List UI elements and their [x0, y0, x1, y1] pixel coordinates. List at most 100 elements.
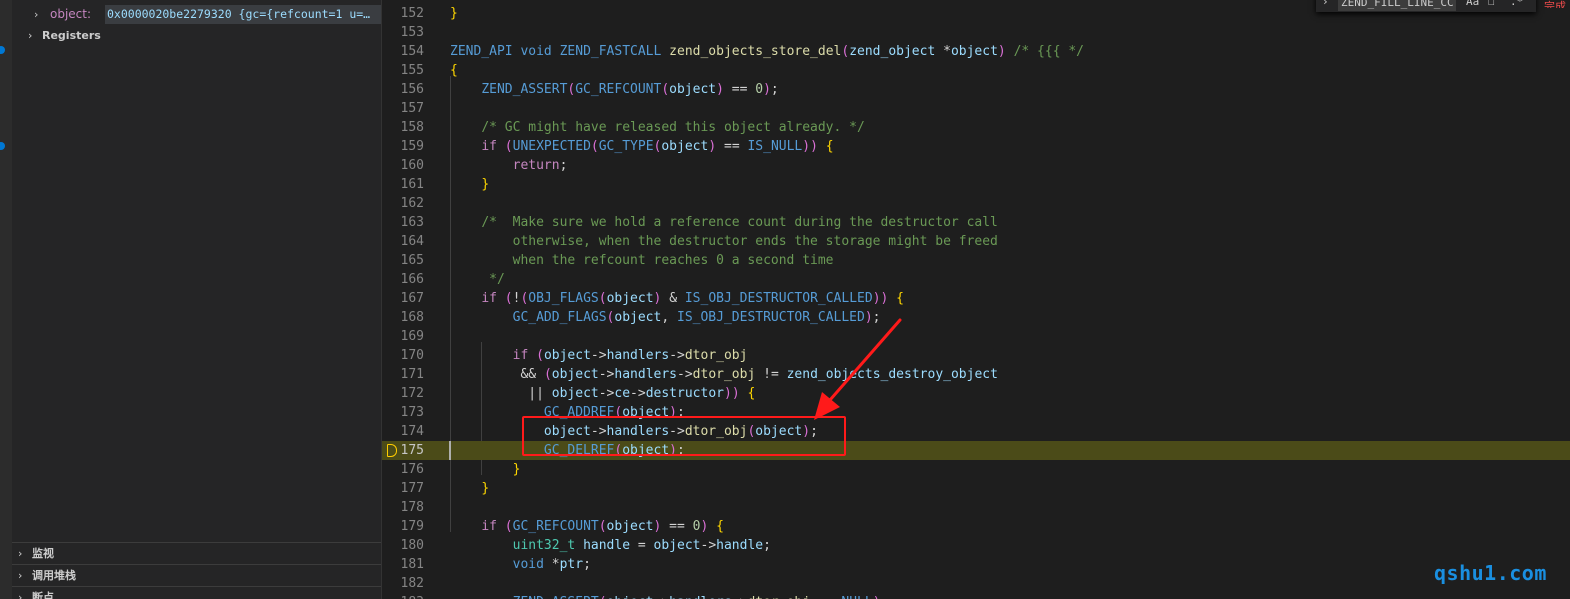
code-text: }: [512, 462, 521, 477]
code-text: void *ptr;: [512, 557, 591, 572]
code-editor[interactable]: 152} 153 154 ZEND_API void ZEND_FASTCALL ze…: [382, 0, 1570, 599]
code-text: GC_ADD_FLAGS(object, IS_OBJ_DESTRUCTOR_C…: [512, 310, 881, 325]
code-line[interactable]: 163 /* Make sure we hold a reference cou…: [382, 213, 1570, 232]
section-watch-label: 监视: [32, 547, 54, 560]
line-number[interactable]: 176: [382, 460, 424, 479]
section-call-stack[interactable]: › 调用堆栈: [12, 564, 381, 586]
code-line[interactable]: 170 if (object->handlers->dtor_obj: [382, 346, 1570, 365]
line-number[interactable]: 167: [382, 289, 424, 308]
variable-row[interactable]: › object: 0x0000020be2279320 {gc={refcou…: [12, 5, 381, 24]
line-number[interactable]: 162: [382, 194, 424, 213]
code-line[interactable]: 157: [382, 99, 1570, 118]
code-line[interactable]: 169: [382, 327, 1570, 346]
scrollbar-label: 完成: [1544, 0, 1566, 8]
debug-sidebar: › object: 0x0000020be2279320 {gc={refcou…: [12, 0, 382, 599]
code-line[interactable]: 177 }: [382, 479, 1570, 498]
code-text: when the refcount reaches 0 a second tim…: [450, 253, 834, 268]
chevron-right-icon[interactable]: ›: [28, 27, 32, 45]
line-number[interactable]: 173: [382, 403, 424, 422]
code-line[interactable]: 182: [382, 574, 1570, 593]
code-line[interactable]: 172 || object->ce->destructor)) {: [382, 384, 1570, 403]
line-number[interactable]: 158: [382, 118, 424, 137]
line-number[interactable]: 175: [382, 441, 424, 460]
code-text: || object->ce->destructor)) {: [528, 386, 756, 401]
line-number[interactable]: 152: [382, 4, 424, 23]
code-line[interactable]: 155 {: [382, 61, 1570, 80]
whole-word-icon[interactable]: ☐: [1488, 0, 1495, 12]
code-line[interactable]: 167 if (!(OBJ_FLAGS(object) & IS_OBJ_DES…: [382, 289, 1570, 308]
code-text: if (GC_REFCOUNT(object) == 0) {: [481, 519, 724, 534]
code-text: ZEND_ASSERT(GC_REFCOUNT(object) == 0);: [481, 82, 779, 97]
code-line[interactable]: 183 ZEND_ASSERT(object->handlers->dtor_o…: [382, 593, 1570, 599]
code-line[interactable]: 159 if (UNEXPECTED(GC_TYPE(object) == IS…: [382, 137, 1570, 156]
code-text: }: [450, 6, 458, 21]
variable-name: object:: [50, 7, 92, 21]
find-input[interactable]: ZEND_FILL_LINE_CC: [1338, 0, 1456, 11]
code-line[interactable]: 176 }: [382, 460, 1570, 479]
annotation-box: [522, 416, 846, 456]
chevron-right-icon: ›: [18, 591, 23, 599]
line-number[interactable]: 161: [382, 175, 424, 194]
line-number[interactable]: 174: [382, 422, 424, 441]
section-watch[interactable]: › 监视: [12, 542, 381, 564]
line-number[interactable]: 172: [382, 384, 424, 403]
code-line[interactable]: 166 */: [382, 270, 1570, 289]
breakpoint-dot-icon: [0, 46, 5, 54]
line-number[interactable]: 156: [382, 80, 424, 99]
chevron-right-icon[interactable]: ›: [1322, 0, 1329, 12]
code-line[interactable]: 154 ZEND_API void ZEND_FASTCALL zend_obje…: [382, 42, 1570, 61]
code-text: */: [450, 272, 505, 287]
code-text: && (object->handlers->dtor_obj != zend_o…: [520, 367, 998, 382]
line-number[interactable]: 178: [382, 498, 424, 517]
code-line[interactable]: 158 /* GC might have released this objec…: [382, 118, 1570, 137]
line-number[interactable]: 177: [382, 479, 424, 498]
code-text: uint32_t handle = object->handle;: [512, 538, 771, 553]
code-line[interactable]: 168 GC_ADD_FLAGS(object, IS_OBJ_DESTRUCT…: [382, 308, 1570, 327]
line-number[interactable]: 155: [382, 61, 424, 80]
section-breakpoints[interactable]: › 断点: [12, 586, 381, 599]
code-line[interactable]: 153: [382, 23, 1570, 42]
line-number[interactable]: 168: [382, 308, 424, 327]
line-number[interactable]: 171: [382, 365, 424, 384]
line-number[interactable]: 163: [382, 213, 424, 232]
line-number[interactable]: 165: [382, 251, 424, 270]
line-number[interactable]: 180: [382, 536, 424, 555]
line-number[interactable]: 179: [382, 517, 424, 536]
line-number[interactable]: 181: [382, 555, 424, 574]
line-number[interactable]: 164: [382, 232, 424, 251]
code-line[interactable]: 165 when the refcount reaches 0 a second…: [382, 251, 1570, 270]
code-line[interactable]: 179 if (GC_REFCOUNT(object) == 0) {: [382, 517, 1570, 536]
code-line[interactable]: 180 uint32_t handle = object->handle;: [382, 536, 1570, 555]
code-line[interactable]: 171 && (object->handlers->dtor_obj != ze…: [382, 365, 1570, 384]
code-line[interactable]: 160 return;: [382, 156, 1570, 175]
registers-label: Registers: [42, 29, 101, 42]
line-number[interactable]: 182: [382, 574, 424, 593]
code-text: if (object->handlers->dtor_obj: [512, 348, 748, 363]
regex-icon[interactable]: .*: [1510, 0, 1523, 12]
line-number[interactable]: 166: [382, 270, 424, 289]
code-text: return;: [512, 158, 568, 173]
section-call-stack-label: 调用堆栈: [32, 569, 76, 582]
code-line[interactable]: 181 void *ptr;: [382, 555, 1570, 574]
match-case-icon[interactable]: Aa: [1466, 0, 1479, 12]
chevron-right-icon: ›: [18, 569, 23, 582]
code-line[interactable]: 161 }: [382, 175, 1570, 194]
chevron-right-icon[interactable]: ›: [34, 5, 38, 24]
line-number[interactable]: 170: [382, 346, 424, 365]
line-number[interactable]: 153: [382, 23, 424, 42]
code-line[interactable]: 178: [382, 498, 1570, 517]
line-number[interactable]: 157: [382, 99, 424, 118]
code-text: /* GC might have released this object al…: [481, 120, 865, 135]
code-text: otherwise, when the destructor ends the …: [450, 234, 998, 249]
code-line[interactable]: 162: [382, 194, 1570, 213]
code-text: }: [481, 481, 490, 496]
line-number[interactable]: 169: [382, 327, 424, 346]
line-number[interactable]: 154: [382, 42, 424, 61]
find-widget[interactable]: › ZEND_FILL_LINE_CC Aa ☐ .*: [1316, 0, 1536, 12]
line-number[interactable]: 159: [382, 137, 424, 156]
code-line[interactable]: 164 otherwise, when the destructor ends …: [382, 232, 1570, 251]
code-line[interactable]: 156 ZEND_ASSERT(GC_REFCOUNT(object) == 0…: [382, 80, 1570, 99]
line-number[interactable]: 160: [382, 156, 424, 175]
line-number[interactable]: 183: [382, 593, 424, 599]
code-text: if (!(OBJ_FLAGS(object) & IS_OBJ_DESTRUC…: [481, 291, 904, 306]
